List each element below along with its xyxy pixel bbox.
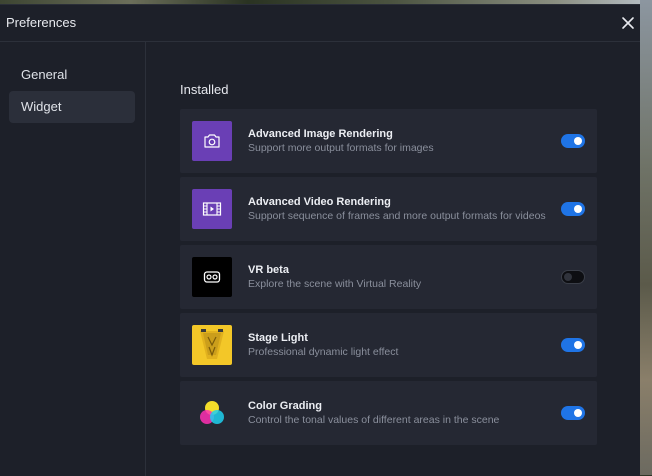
plugin-toggle[interactable] (561, 134, 585, 148)
plugin-toggle[interactable] (561, 406, 585, 420)
dialog-title: Preferences (6, 15, 77, 30)
preferences-dialog: Preferences General Widget Installed Adv… (0, 4, 640, 476)
plugin-description: Support more output formats for images (248, 142, 434, 154)
plugin-description: Explore the scene with Virtual Reality (248, 278, 422, 290)
toggle-knob (564, 273, 572, 281)
stage-light-icon (192, 325, 232, 365)
plugin-card: VR beta Explore the scene with Virtual R… (180, 245, 597, 309)
plugin-toggle[interactable] (561, 270, 585, 284)
camera-icon (192, 121, 232, 161)
plugin-card: Advanced Video Rendering Support sequenc… (180, 177, 597, 241)
plugin-name: VR beta (248, 264, 289, 276)
toggle-knob (574, 409, 582, 417)
toggle-knob (574, 137, 582, 145)
close-icon[interactable] (618, 13, 638, 33)
widget-panel: Installed Advanced Image Rendering Suppo… (146, 42, 640, 476)
section-title: Installed (180, 82, 229, 97)
scene-backdrop-right (640, 0, 652, 475)
plugin-name: Color Grading (248, 400, 322, 412)
color-circles-icon (192, 393, 232, 433)
plugin-name: Advanced Image Rendering (248, 128, 393, 140)
toggle-knob (574, 341, 582, 349)
plugin-card: Color Grading Control the tonal values o… (180, 381, 597, 445)
plugin-description: Control the tonal values of different ar… (248, 414, 500, 426)
plugin-name: Advanced Video Rendering (248, 196, 391, 208)
plugin-description: Support sequence of frames and more outp… (248, 210, 546, 222)
sidebar-item-label: Widget (21, 99, 62, 114)
plugin-card: Advanced Image Rendering Support more ou… (180, 109, 597, 173)
sidebar-item-label: General (21, 67, 68, 82)
dialog-titlebar: Preferences (0, 5, 640, 42)
sidebar-item-general[interactable]: General (9, 59, 135, 91)
film-icon (192, 189, 232, 229)
toggle-knob (574, 205, 582, 213)
plugin-toggle[interactable] (561, 338, 585, 352)
plugin-description: Professional dynamic light effect (248, 346, 399, 358)
sidebar-item-widget[interactable]: Widget (9, 91, 135, 123)
plugin-card: Stage Light Professional dynamic light e… (180, 313, 597, 377)
vr-headset-icon (192, 257, 232, 297)
plugin-name: Stage Light (248, 332, 308, 344)
sidebar: General Widget (0, 42, 146, 476)
plugin-toggle[interactable] (561, 202, 585, 216)
